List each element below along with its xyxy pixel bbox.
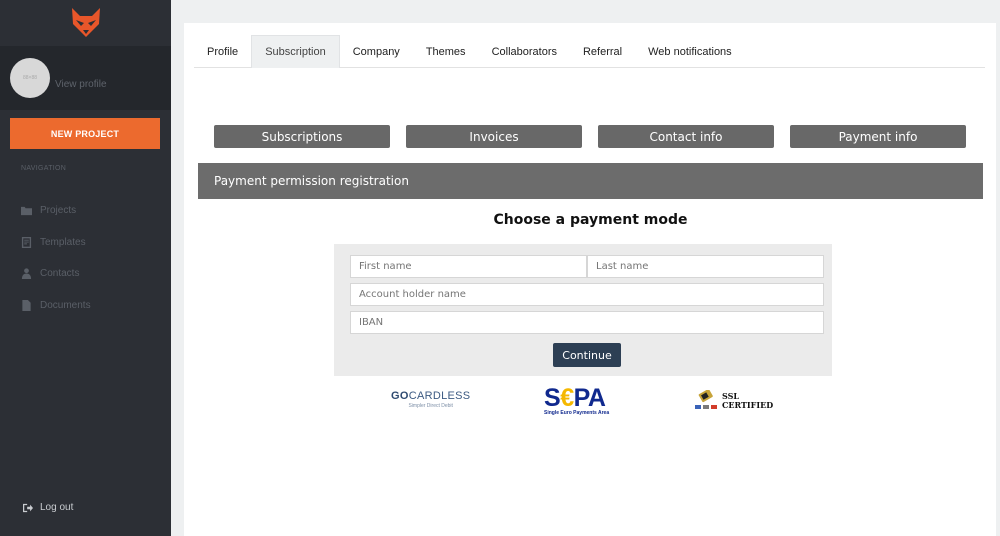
tab-referral[interactable]: Referral [570,35,635,68]
fox-logo-icon[interactable] [70,8,102,38]
ssl-certified-badge: SSL CERTIFIED [694,390,773,412]
account-holder-field[interactable] [350,283,824,306]
certified-label: CERTIFIED [722,400,774,410]
sepa-tagline: Single Euro Payments Area [544,410,610,416]
subscription-subnav: Subscriptions Invoices Contact info Paym… [214,125,982,148]
payment-form: Continue [334,244,832,376]
gocardless-logo-go: GO [391,390,409,402]
template-icon [21,236,32,248]
iban-field[interactable] [350,311,824,334]
nav-list: Projects Templates Contacts Documents [21,195,91,321]
sepa-logo-euro: € [560,384,574,412]
payment-info-button[interactable]: Payment info [790,125,966,148]
ssl-cards-icon [695,390,717,409]
sidebar-item-projects[interactable]: Projects [21,195,91,227]
folder-icon [21,207,32,216]
sidebar-item-templates[interactable]: Templates [21,227,91,259]
sidebar-item-label: Templates [40,236,86,248]
tab-subscription[interactable]: Subscription [251,35,340,68]
sidebar-item-label: Projects [40,205,77,217]
invoices-button[interactable]: Invoices [406,125,582,148]
main-panel: Profile Subscription Company Themes Coll… [184,23,996,536]
first-name-field[interactable] [350,255,587,278]
payment-mode-title: Choose a payment mode [493,212,688,228]
contact-info-button[interactable]: Contact info [598,125,774,148]
subscriptions-button[interactable]: Subscriptions [214,125,390,148]
profile-area: 88×88 View profile [0,46,171,110]
sidebar-item-label: Documents [40,299,91,311]
logo-area [0,0,171,46]
document-icon [22,299,31,311]
tab-themes[interactable]: Themes [413,35,479,68]
view-profile-link[interactable]: View profile [55,79,107,90]
avatar-placeholder-text: 88×88 [22,75,38,81]
gocardless-logo-rest: CARDLESS [408,390,471,402]
new-project-button[interactable]: NEW PROJECT [10,118,160,149]
sidebar-item-contacts[interactable]: Contacts [21,258,91,290]
continue-button[interactable]: Continue [553,343,621,367]
last-name-field[interactable] [587,255,824,278]
logout-link[interactable]: Log out [23,502,73,513]
logout-icon [23,503,33,512]
sidebar-item-label: Contacts [40,268,80,280]
settings-tabs: Profile Subscription Company Themes Coll… [194,35,985,68]
tab-company[interactable]: Company [340,35,413,68]
tab-web-notifications[interactable]: Web notifications [635,35,745,68]
sepa-logo-s: S [544,384,561,412]
tab-collaborators[interactable]: Collaborators [479,35,570,68]
section-header: Payment permission registration [198,163,983,199]
user-icon [21,268,32,280]
tab-profile[interactable]: Profile [194,35,251,68]
avatar[interactable]: 88×88 [10,58,50,98]
logout-label: Log out [40,502,74,513]
sepa-logo-pa: PA [573,384,606,412]
navigation-heading: NAVIGATION [21,165,67,172]
sidebar: 88×88 View profile NEW PROJECT NAVIGATIO… [0,0,171,536]
gocardless-logo: GOCARDLESS Simpler Direct Debit [391,390,470,409]
sepa-logo: S€PA Single Euro Payments Area [544,385,609,416]
sidebar-item-documents[interactable]: Documents [21,290,91,322]
payment-logos: GOCARDLESS Simpler Direct Debit S€PA Sin… [334,385,832,419]
gocardless-tagline: Simpler Direct Debit [408,403,453,409]
